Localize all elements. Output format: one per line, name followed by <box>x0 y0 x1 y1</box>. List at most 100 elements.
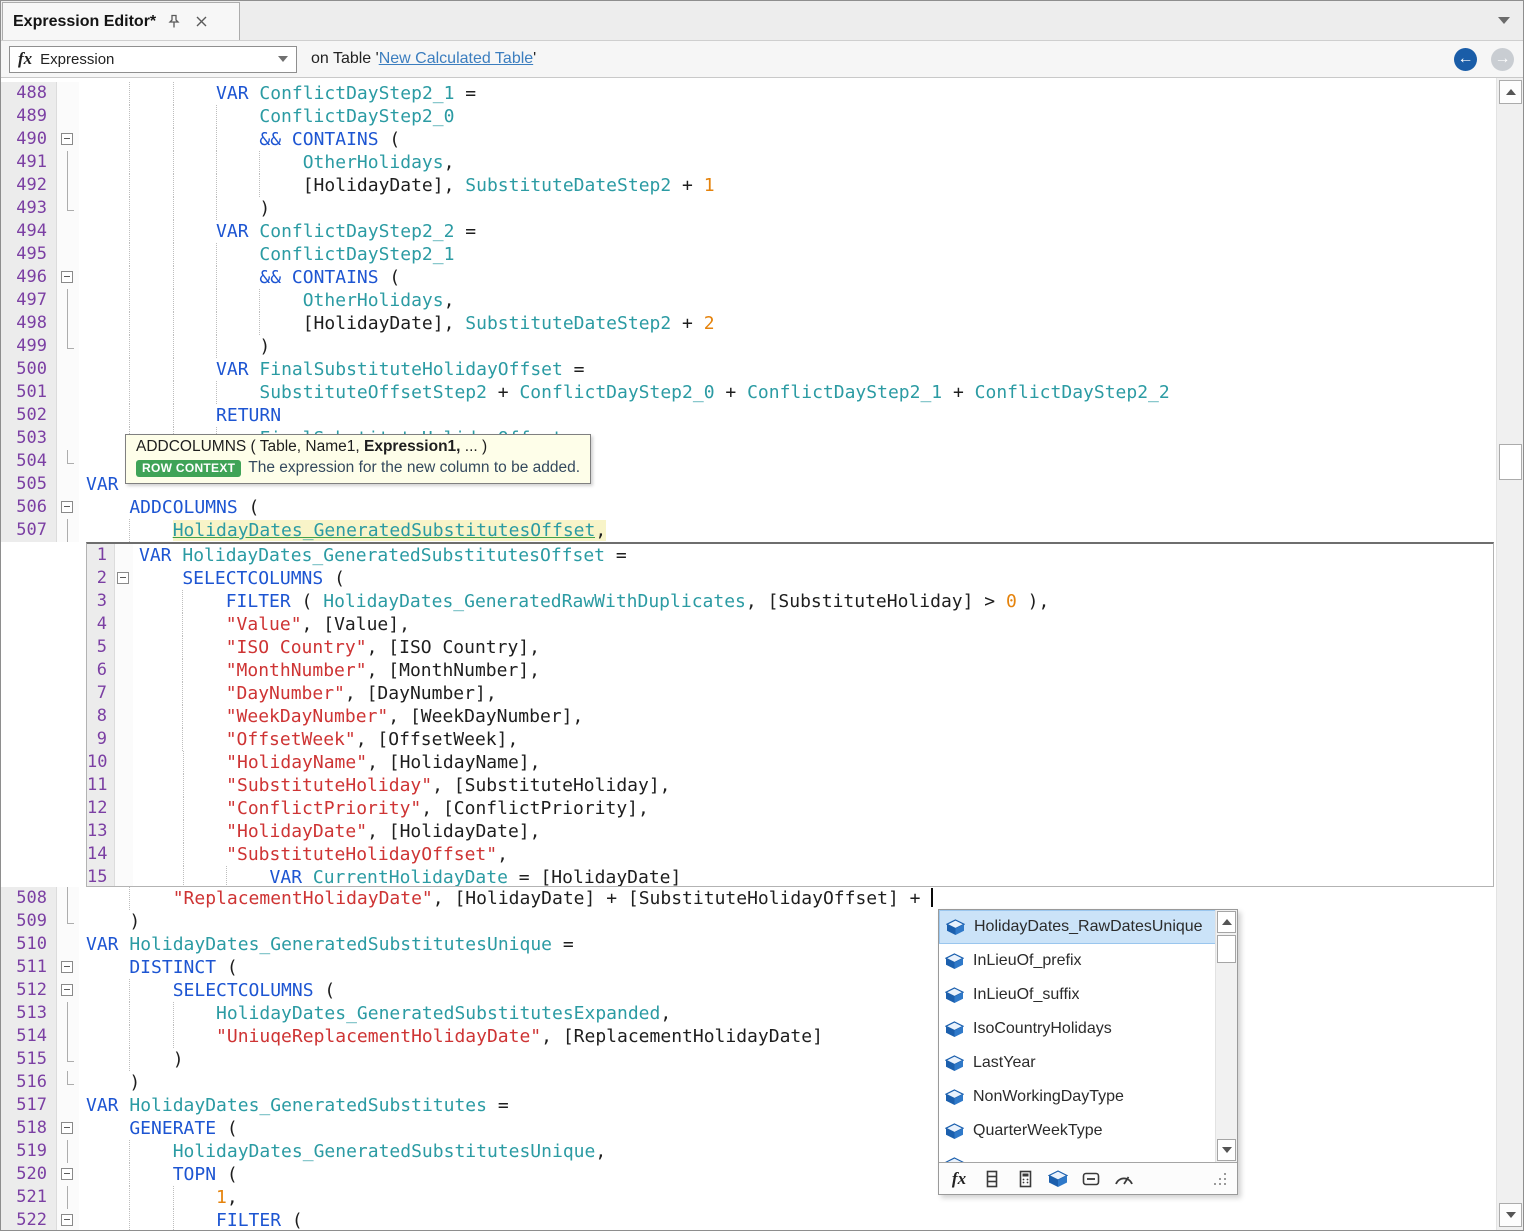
fold-collapse-icon[interactable] <box>57 979 79 1002</box>
code-line[interactable]: 492[HolidayDate], SubstituteDateStep2 + … <box>1 174 1496 197</box>
measures-filter-icon[interactable] <box>1081 1169 1101 1189</box>
code-text: "MonthNumber", [MonthNumber], <box>133 659 1493 682</box>
code-text: "HolidayDate", [HolidayDate], <box>133 820 1493 843</box>
fold-margin <box>57 404 79 427</box>
code-line[interactable]: 488VAR ConflictDayStep2_1 = <box>1 82 1496 105</box>
code-line[interactable]: 5"ISO Country", [ISO Country], <box>87 636 1493 659</box>
code-line[interactable]: 514"UniuqeReplacementHolidayDate", [Repl… <box>1 1025 1496 1048</box>
scroll-down-icon[interactable] <box>1217 1139 1236 1161</box>
fold-margin <box>57 243 79 266</box>
code-line[interactable]: 1VAR HolidayDates_GeneratedSubstitutesOf… <box>87 544 1493 567</box>
code-line[interactable]: 520TOPN ( <box>1 1163 1496 1186</box>
code-line[interactable]: 510VAR HolidayDates_GeneratedSubstitutes… <box>1 933 1496 956</box>
calculated-columns-filter-icon[interactable] <box>1015 1169 1035 1189</box>
forward-icon[interactable]: → <box>1491 48 1514 71</box>
code-line[interactable]: 489ConflictDayStep2_0 <box>1 105 1496 128</box>
fold-collapse-icon[interactable] <box>57 1117 79 1140</box>
code-line[interactable]: 499) <box>1 335 1496 358</box>
code-text: VAR HolidayDates_GeneratedSubstitutesOff… <box>133 544 1493 567</box>
code-line[interactable]: 8"WeekDayNumber", [WeekDayNumber], <box>87 705 1493 728</box>
columns-filter-icon[interactable] <box>982 1169 1002 1189</box>
editor-scrollbar[interactable] <box>1496 78 1524 1230</box>
scrollbar-thumb[interactable] <box>1499 444 1522 480</box>
code-line[interactable]: 506ADDCOLUMNS ( <box>1 496 1496 519</box>
pin-icon[interactable] <box>165 13 183 31</box>
scroll-up-icon[interactable] <box>1499 80 1522 104</box>
code-line[interactable]: 496&& CONTAINS ( <box>1 266 1496 289</box>
fold-collapse-icon[interactable] <box>115 567 133 590</box>
code-line[interactable]: 507HolidayDates_GeneratedSubstitutesOffs… <box>1 519 1496 542</box>
code-line[interactable]: 6"MonthNumber", [MonthNumber], <box>87 659 1493 682</box>
code-line[interactable]: 500VAR FinalSubstituteHolidayOffset = <box>1 358 1496 381</box>
close-icon[interactable] <box>192 13 210 31</box>
scroll-down-icon[interactable] <box>1499 1203 1522 1227</box>
fold-collapse-icon[interactable] <box>57 1163 79 1186</box>
code-line[interactable]: 9"OffsetWeek", [OffsetWeek], <box>87 728 1493 751</box>
code-line[interactable]: 4"Value", [Value], <box>87 613 1493 636</box>
code-line[interactable]: 14"SubstituteHolidayOffset", <box>87 843 1493 866</box>
autocomplete-item[interactable]: IsoCountryHolidays <box>939 1012 1237 1046</box>
back-icon[interactable]: ← <box>1454 48 1477 71</box>
autocomplete-item[interactable]: LastYear <box>939 1046 1237 1080</box>
autocomplete-dropdown: HolidayDates_RawDatesUnique InLieuOf_pre… <box>938 909 1238 1195</box>
code-line[interactable]: 494VAR ConflictDayStep2_2 = <box>1 220 1496 243</box>
tab-expression-editor[interactable]: Expression Editor* <box>2 2 240 40</box>
code-line[interactable]: 522FILTER ( <box>1 1209 1496 1231</box>
code-text: "WeekDayNumber", [WeekDayNumber], <box>133 705 1493 728</box>
code-line[interactable]: 517VAR HolidayDates_GeneratedSubstitutes… <box>1 1094 1496 1117</box>
code-line[interactable]: 491OtherHolidays, <box>1 151 1496 174</box>
line-number: 492 <box>1 174 57 197</box>
fold-collapse-icon[interactable] <box>57 266 79 289</box>
kpis-filter-icon[interactable] <box>1114 1169 1134 1189</box>
autocomplete-item[interactable]: HolidayDates_RawDatesUnique <box>939 910 1237 944</box>
code-text: OtherHolidays, <box>79 151 1496 174</box>
code-line[interactable]: 501SubstituteOffsetStep2 + ConflictDaySt… <box>1 381 1496 404</box>
code-line[interactable]: 10"HolidayName", [HolidayName], <box>87 751 1493 774</box>
code-line[interactable]: 498[HolidayDate], SubstituteDateStep2 + … <box>1 312 1496 335</box>
code-editor[interactable]: 488VAR ConflictDayStep2_1 =489ConflictDa… <box>1 78 1496 1231</box>
scroll-up-icon[interactable] <box>1217 911 1236 933</box>
fold-collapse-icon[interactable] <box>57 496 79 519</box>
code-line[interactable]: 2SELECTCOLUMNS ( <box>87 567 1493 590</box>
fold-collapse-icon[interactable] <box>57 1209 79 1231</box>
fold-collapse-icon[interactable] <box>57 128 79 151</box>
code-line[interactable]: 490&& CONTAINS ( <box>1 128 1496 151</box>
resize-grip[interactable] <box>1213 1172 1227 1186</box>
table-link[interactable]: New Calculated Table <box>379 50 533 67</box>
code-line[interactable]: 515) <box>1 1048 1496 1071</box>
code-text: OtherHolidays, <box>79 289 1496 312</box>
code-line[interactable]: 516) <box>1 1071 1496 1094</box>
code-line[interactable]: 493) <box>1 197 1496 220</box>
autocomplete-item[interactable]: NonWorkingDayType <box>939 1080 1237 1114</box>
autocomplete-item[interactable]: InLieuOf_suffix <box>939 978 1237 1012</box>
code-line[interactable]: 7"DayNumber", [DayNumber], <box>87 682 1493 705</box>
code-line[interactable]: 12"ConflictPriority", [ConflictPriority]… <box>87 797 1493 820</box>
expression-selector[interactable]: fx Expression <box>9 46 297 73</box>
code-line[interactable]: 13"HolidayDate", [HolidayDate], <box>87 820 1493 843</box>
code-line[interactable]: 519HolidayDates_GeneratedSubstitutesUniq… <box>1 1140 1496 1163</box>
window-menu-caret-icon[interactable] <box>1498 17 1510 24</box>
line-number: 15 <box>87 866 115 887</box>
code-line[interactable]: 495ConflictDayStep2_1 <box>1 243 1496 266</box>
code-line[interactable]: 497OtherHolidays, <box>1 289 1496 312</box>
code-line[interactable]: 15VAR CurrentHolidayDate = [HolidayDate] <box>87 866 1493 887</box>
code-line[interactable]: 5211, <box>1 1186 1496 1209</box>
code-line[interactable]: 512SELECTCOLUMNS ( <box>1 979 1496 1002</box>
code-line[interactable]: 513HolidayDates_GeneratedSubstitutesExpa… <box>1 1002 1496 1025</box>
scrollbar-thumb[interactable] <box>1217 935 1236 963</box>
autocomplete-item[interactable]: QuarterWeekType <box>939 1114 1237 1148</box>
code-line[interactable]: 502RETURN <box>1 404 1496 427</box>
code-line[interactable]: 518GENERATE ( <box>1 1117 1496 1140</box>
code-line[interactable]: 511DISTINCT ( <box>1 956 1496 979</box>
tables-filter-icon[interactable] <box>1048 1169 1068 1189</box>
fold-collapse-icon[interactable] <box>57 956 79 979</box>
code-line[interactable]: 3FILTER ( HolidayDates_GeneratedRawWithD… <box>87 590 1493 613</box>
code-line[interactable]: 11"SubstituteHoliday", [SubstituteHolida… <box>87 774 1493 797</box>
autocomplete-scrollbar[interactable] <box>1215 910 1237 1162</box>
functions-filter-icon[interactable]: fx <box>949 1169 969 1189</box>
autocomplete-item[interactable]: InLieuOf_prefix <box>939 944 1237 978</box>
fold-margin <box>57 312 79 335</box>
autocomplete-item[interactable] <box>939 1148 1237 1162</box>
code-line[interactable]: 508"ReplacementHolidayDate", [HolidayDat… <box>1 887 1496 910</box>
code-line[interactable]: 509) <box>1 910 1496 933</box>
